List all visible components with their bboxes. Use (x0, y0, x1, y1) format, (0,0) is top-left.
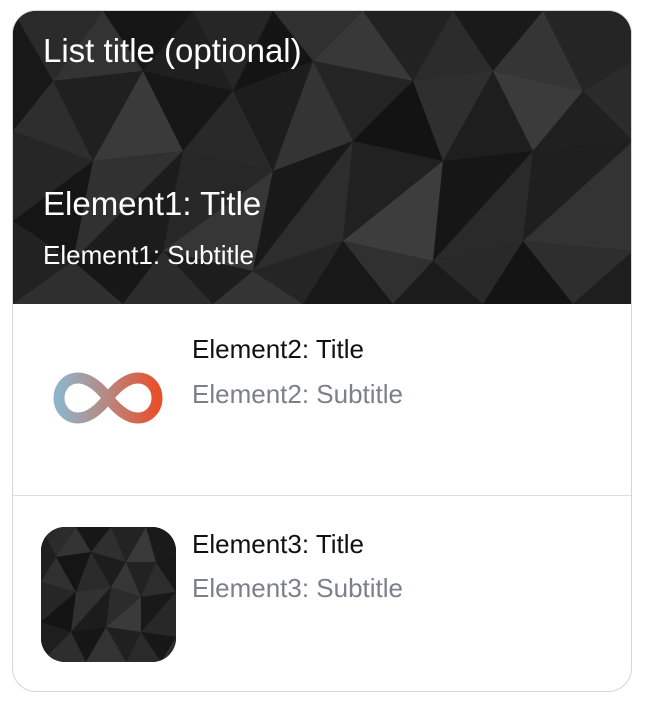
element2-subtitle: Element2: Subtitle (192, 379, 404, 409)
element2-title: Element2: Title (192, 334, 364, 364)
list-item-element1[interactable]: List title (optional) Element1: Title El… (13, 11, 631, 304)
infinity-logo-icon (53, 372, 163, 424)
element1-title: Element1: Title (43, 185, 262, 222)
polygon-texture-image (41, 527, 176, 662)
element1-subtitle: Element1: Subtitle (43, 240, 255, 270)
element3-thumbnail (41, 527, 176, 662)
list-card: List title (optional) Element1: Title El… (12, 10, 632, 692)
list-item-element3[interactable]: Element3: Title Element3: Subtitle (13, 496, 631, 691)
element3-subtitle: Element3: Subtitle (192, 573, 404, 603)
element3-title: Element3: Title (192, 529, 364, 559)
list-item-element2[interactable]: Element2: Title Element2: Subtitle (13, 304, 631, 496)
list-title: List title (optional) (43, 32, 302, 69)
